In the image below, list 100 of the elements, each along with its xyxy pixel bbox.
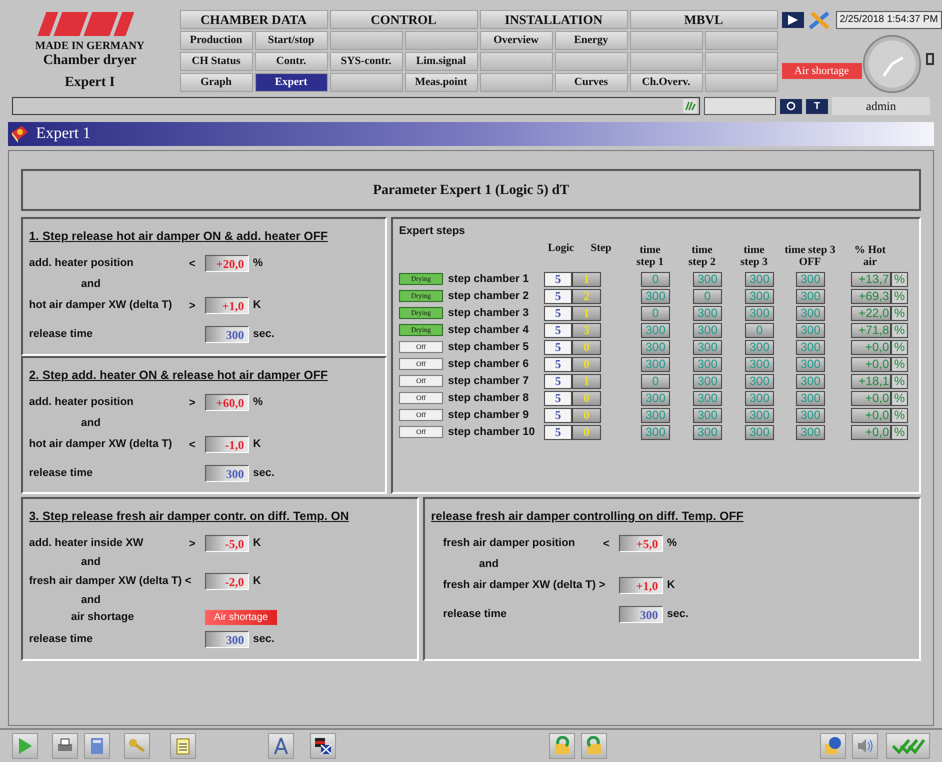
nav-tab[interactable]: Contr. xyxy=(254,52,328,71)
time-field[interactable]: 300 xyxy=(693,356,722,372)
value-field[interactable]: +60,0 xyxy=(205,394,249,410)
time-field[interactable]: 300 xyxy=(693,424,722,440)
chamber-label: step chamber 9 xyxy=(448,408,530,423)
play-icon[interactable] xyxy=(782,12,804,28)
unit-label: K xyxy=(253,298,261,313)
logic-field[interactable]: 5 xyxy=(544,356,572,372)
notes-icon[interactable] xyxy=(170,733,196,759)
time-field[interactable]: 0 xyxy=(641,306,670,320)
time-field[interactable]: 300 xyxy=(745,356,774,372)
value-field[interactable]: +20,0 xyxy=(205,254,249,272)
time-field[interactable]: 300 xyxy=(796,322,825,338)
value-field[interactable]: +5,0 xyxy=(619,534,663,552)
nav-tab[interactable]: Start/stop xyxy=(254,31,328,50)
time-field[interactable]: 300 xyxy=(641,288,670,304)
time-field[interactable]: 0 xyxy=(641,272,670,286)
time-field[interactable]: 300 xyxy=(745,408,774,422)
panel-icon[interactable] xyxy=(926,53,934,65)
logic-field[interactable]: 5 xyxy=(544,374,572,388)
value-field[interactable]: +1,0 xyxy=(619,576,663,594)
unit-label: sec. xyxy=(253,466,274,481)
time-field[interactable]: 300 xyxy=(693,272,722,286)
time-field[interactable]: 300 xyxy=(745,306,774,320)
time-field[interactable]: 300 xyxy=(745,272,774,286)
chamber-label: step chamber 5 xyxy=(448,340,530,355)
confirm-icon[interactable] xyxy=(886,733,930,759)
step-field: 1 xyxy=(572,374,601,388)
unit-label: % xyxy=(253,394,263,410)
time-field[interactable]: 300 xyxy=(745,424,774,440)
time-field[interactable]: 300 xyxy=(796,408,825,422)
nav-tab[interactable]: Expert xyxy=(254,73,328,92)
value-field[interactable]: 300 xyxy=(619,606,663,622)
time-field[interactable]: 300 xyxy=(745,390,774,406)
nav-tab[interactable]: Lim.signal xyxy=(404,52,478,71)
time-field[interactable]: 300 xyxy=(693,374,722,388)
nav-tab[interactable]: Ch.Overv. xyxy=(630,73,703,92)
time-field[interactable]: 300 xyxy=(641,322,670,338)
nav-tab[interactable]: CH Status xyxy=(180,52,253,71)
step-field: 3 xyxy=(572,322,601,338)
time-field[interactable]: 300 xyxy=(641,408,670,422)
time-field[interactable]: 300 xyxy=(745,374,774,388)
key-button[interactable]: T xyxy=(806,98,828,114)
nav-tab[interactable]: SYS-contr. xyxy=(330,52,403,71)
logic-field[interactable]: 5 xyxy=(544,390,572,406)
user-field: admin xyxy=(832,97,930,115)
time-field[interactable]: 0 xyxy=(745,322,774,338)
chamber-label: step chamber 2 xyxy=(448,288,530,304)
time-field[interactable]: 300 xyxy=(796,374,825,388)
nav-tab[interactable]: Graph xyxy=(180,73,253,92)
time-field[interactable]: 300 xyxy=(693,340,722,354)
nav-tab[interactable]: Meas.point xyxy=(404,73,478,92)
logic-field[interactable]: 5 xyxy=(544,340,572,354)
nav-tab[interactable]: Production xyxy=(180,31,253,50)
time-field[interactable]: 0 xyxy=(641,374,670,388)
input-field[interactable] xyxy=(704,97,776,115)
time-field[interactable]: 300 xyxy=(641,424,670,440)
time-field[interactable]: 300 xyxy=(796,272,825,286)
time-field[interactable]: 300 xyxy=(796,390,825,406)
time-field[interactable]: 300 xyxy=(796,288,825,304)
nav-tab[interactable]: Curves xyxy=(554,73,628,92)
value-field[interactable]: 300 xyxy=(205,630,249,648)
logic-field[interactable]: 5 xyxy=(544,306,572,320)
logic-field[interactable]: 5 xyxy=(544,322,572,338)
logic-field[interactable]: 5 xyxy=(544,288,572,304)
calculator-icon[interactable] xyxy=(84,733,110,759)
refresh-icon[interactable] xyxy=(780,98,802,114)
step-field: 0 xyxy=(572,424,601,440)
time-field[interactable]: 300 xyxy=(745,288,774,304)
time-field[interactable]: 300 xyxy=(745,340,774,354)
value-field[interactable]: +1,0 xyxy=(205,296,249,314)
printer-icon[interactable] xyxy=(52,733,78,759)
field-label: hot air damper XW (delta T) xyxy=(29,436,174,452)
value-field[interactable]: 300 xyxy=(205,464,249,482)
time-field[interactable]: 300 xyxy=(796,424,825,440)
logic-field[interactable]: 5 xyxy=(544,272,572,286)
nav-tab[interactable]: Overview xyxy=(480,31,553,50)
time-field[interactable]: 300 xyxy=(641,356,670,372)
value-field[interactable]: -2,0 xyxy=(205,572,249,590)
unit-label: K xyxy=(667,578,675,593)
flags-icon[interactable] xyxy=(310,733,336,759)
value-field[interactable]: -1,0 xyxy=(205,436,249,452)
time-field[interactable]: 300 xyxy=(693,390,722,406)
value-field[interactable]: 300 xyxy=(205,326,249,342)
time-field[interactable]: 300 xyxy=(796,340,825,354)
value-field[interactable]: -5,0 xyxy=(205,534,249,552)
time-field[interactable]: 300 xyxy=(796,356,825,372)
unit-label: % xyxy=(891,340,908,354)
time-field[interactable]: 0 xyxy=(693,288,722,304)
time-field[interactable]: 300 xyxy=(641,340,670,354)
time-field[interactable]: 300 xyxy=(796,306,825,320)
logic-field[interactable]: 5 xyxy=(544,424,572,440)
column-header: % Hot air xyxy=(853,244,887,268)
time-field[interactable]: 300 xyxy=(641,390,670,406)
time-field[interactable]: 300 xyxy=(693,408,722,422)
time-field[interactable]: 300 xyxy=(693,322,722,338)
nav-tab[interactable]: Energy xyxy=(554,31,628,50)
time-field[interactable]: 300 xyxy=(693,306,722,320)
speaker-icon[interactable] xyxy=(852,733,878,759)
logic-field[interactable]: 5 xyxy=(544,408,572,422)
